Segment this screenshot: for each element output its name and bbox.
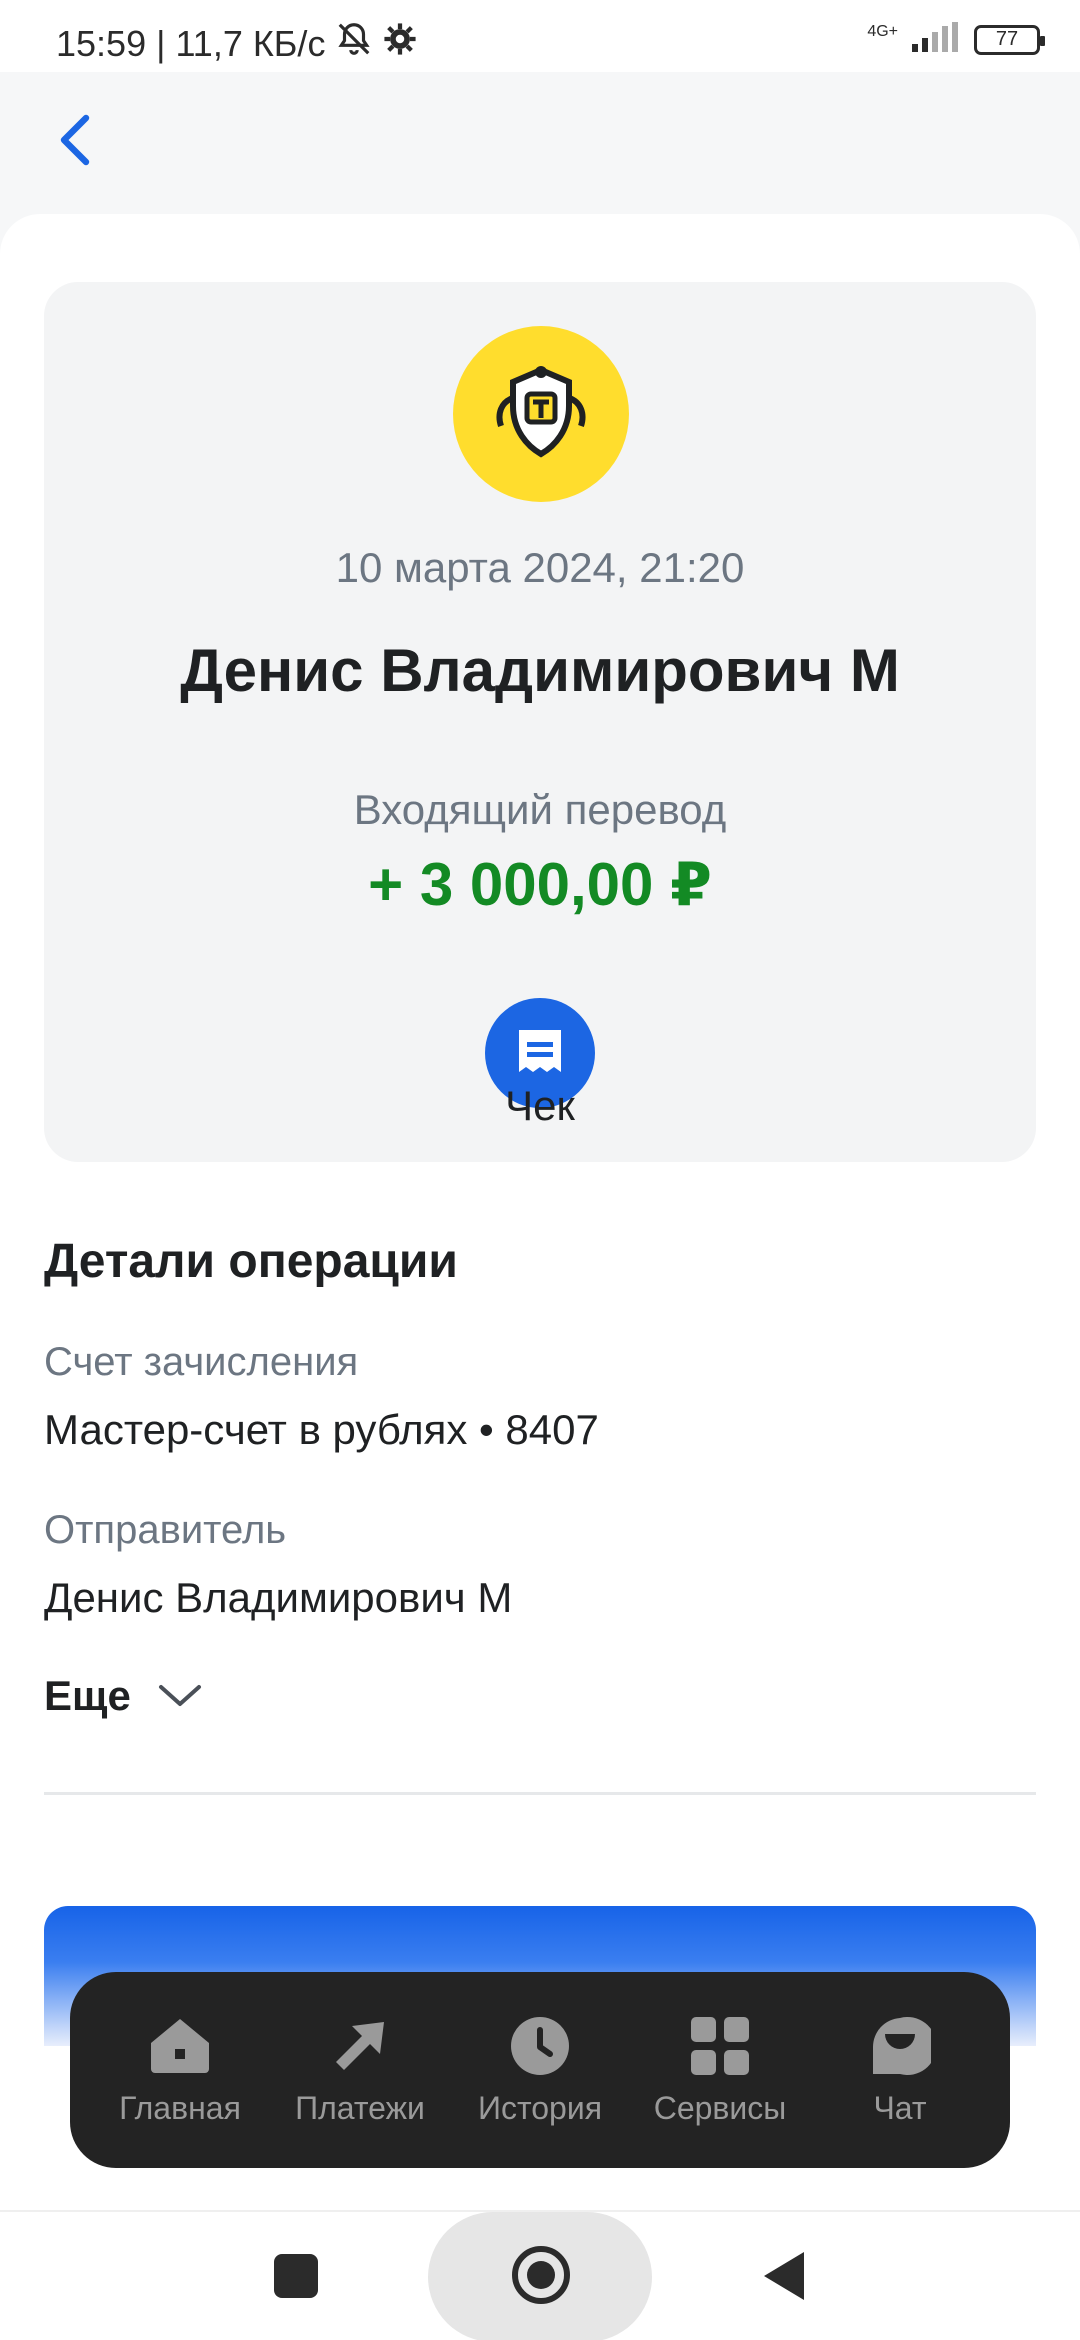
chevron-left-icon: [60, 114, 90, 166]
tab-history[interactable]: История: [450, 2014, 630, 2127]
operation-summary-card: 10 марта 2024, 21:20 Денис Владимирович …: [44, 282, 1036, 1162]
system-navigation-bar: [0, 2210, 1080, 2340]
back-button[interactable]: [48, 112, 104, 168]
status-bar: 15:59 | 11,7 КБ/с 4G+ 77: [0, 0, 1080, 72]
system-home-button[interactable]: [512, 2246, 570, 2304]
tab-home-label: Главная: [119, 2089, 241, 2126]
battery-level: 77: [995, 28, 1019, 50]
sender-label: Отправитель: [44, 1508, 287, 1552]
home-icon: [148, 2014, 212, 2078]
section-divider: [44, 1792, 1036, 1795]
operation-type: Входящий перевод: [353, 786, 727, 833]
status-time-speed: 15:59 | 11,7 КБ/с: [56, 22, 326, 64]
clock-icon: [508, 2014, 572, 2078]
tab-payments-label: Платежи: [295, 2089, 425, 2126]
counterparty-name: Денис Владимирович М: [180, 637, 900, 704]
payments-arrow-icon: [328, 2014, 392, 2078]
account-value: Мастер-счет в рублях • 8407: [44, 1406, 599, 1453]
account-label: Счет зачисления: [44, 1340, 359, 1384]
tab-services-label: Сервисы: [653, 2089, 787, 2126]
recent-apps-button[interactable]: [274, 2254, 318, 2298]
tab-chat[interactable]: Чат: [810, 2014, 990, 2127]
muted-bell-icon: [335, 20, 373, 67]
operation-amount: + 3 000,00 ₽: [368, 851, 712, 918]
tab-payments[interactable]: Платежи: [270, 2014, 450, 2127]
settings-gear-icon: [383, 22, 417, 65]
status-left: 15:59 | 11,7 КБ/с: [56, 20, 417, 67]
battery-indicator: 77: [974, 24, 1045, 55]
tab-history-label: История: [477, 2089, 603, 2126]
receipt-icon: [519, 1030, 561, 1072]
receipt-label[interactable]: Чек: [44, 1082, 1036, 1130]
network-type: 4G+: [867, 22, 898, 40]
bank-crest-icon: [496, 366, 586, 458]
details-title: Детали операции: [44, 1235, 458, 1288]
chat-smile-icon: [868, 2014, 932, 2078]
bottom-tab-bar: Главная Платежи История Сервисы Чат: [70, 1972, 1010, 2168]
chevron-down-icon: [158, 1685, 201, 1706]
grid-icon: [688, 2014, 752, 2078]
status-right: 4G+ 77: [867, 22, 1045, 57]
bank-logo: [453, 326, 629, 502]
system-back-button[interactable]: [764, 2252, 804, 2300]
top-navigation: [0, 72, 1080, 204]
tab-home[interactable]: Главная: [90, 2014, 270, 2127]
operation-date: 10 марта 2024, 21:20: [335, 544, 745, 591]
signal-icon: [912, 22, 960, 57]
more-toggle[interactable]: Еще: [44, 1672, 203, 1720]
more-label: Еще: [44, 1672, 131, 1719]
tab-chat-label: Чат: [873, 2089, 927, 2126]
home-dot-icon: [527, 2261, 555, 2289]
sender-value: Денис Владимирович М: [44, 1574, 513, 1621]
tab-services[interactable]: Сервисы: [630, 2014, 810, 2127]
